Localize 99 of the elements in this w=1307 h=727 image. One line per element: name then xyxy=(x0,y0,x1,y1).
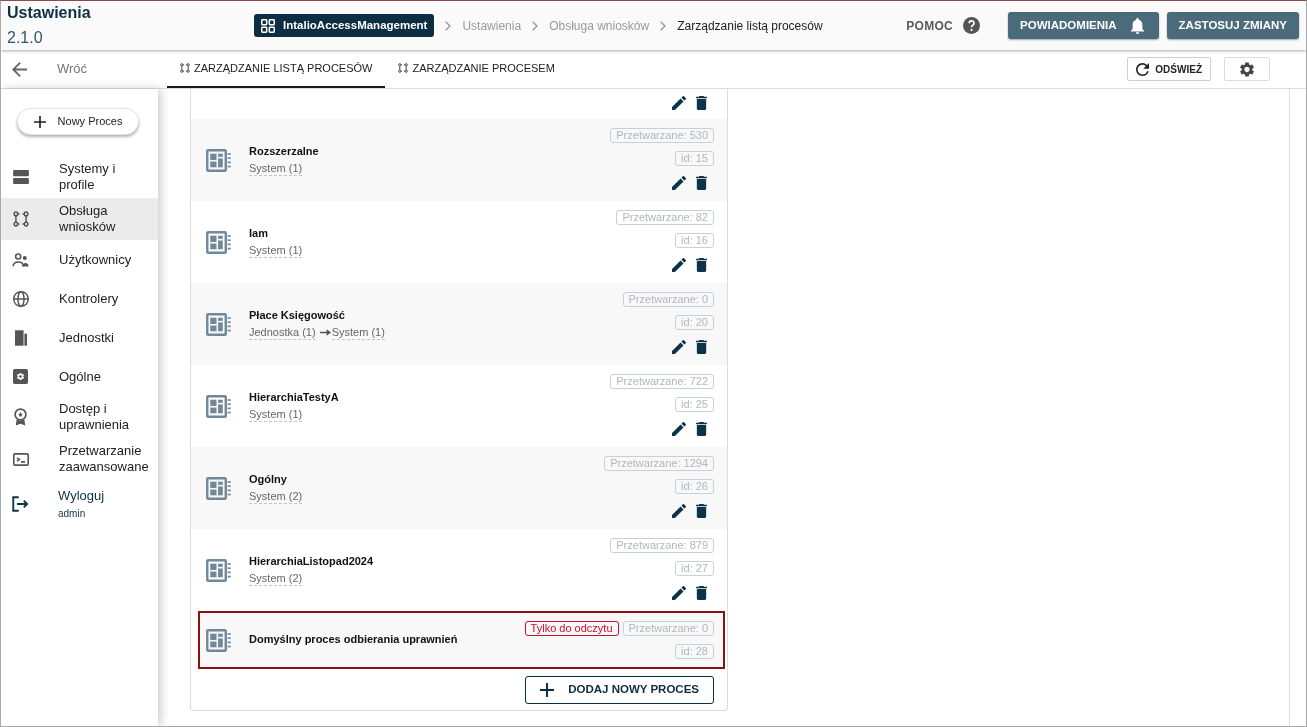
nodes-icon xyxy=(398,63,409,73)
scope-label: System (1) xyxy=(249,407,303,422)
sidebar-item[interactable]: Kontrolery xyxy=(1,279,158,318)
trash-icon[interactable] xyxy=(696,96,707,110)
breadcrumb-current: Zarządzanie listą procesów xyxy=(677,17,823,35)
pencil-icon[interactable] xyxy=(672,340,686,354)
pencil-icon[interactable] xyxy=(672,422,686,436)
nodes-icon xyxy=(180,63,190,73)
process-id: id: 15 xyxy=(675,151,714,166)
bell-icon xyxy=(1130,17,1144,34)
process-id: id: 28 xyxy=(675,644,714,659)
process-name: Rozszerzalne xyxy=(249,144,319,159)
scope-label: System (1) xyxy=(249,243,303,258)
process-name: HierarchiaListopad2024 xyxy=(249,554,374,569)
process-name: Płace Księgowość xyxy=(249,308,346,323)
arrow-left-icon xyxy=(12,61,27,77)
pencil-icon[interactable] xyxy=(672,96,686,110)
terminal-icon xyxy=(12,452,29,466)
nodes-icon xyxy=(12,211,29,227)
notebook-icon xyxy=(206,394,231,418)
notebook-icon xyxy=(206,230,231,254)
trash-icon[interactable] xyxy=(696,586,707,600)
notebook-icon xyxy=(206,628,231,652)
globe-icon xyxy=(12,290,29,307)
users-icon xyxy=(12,252,29,267)
notifications-button[interactable]: POWIADOMIENIA xyxy=(1008,12,1159,39)
process-row[interactable]: Ogólny System (2) Przetwarzane: 1294 id: 26 xyxy=(191,447,727,529)
scope-label: Jednostka (1) xyxy=(249,325,316,340)
trash-icon[interactable] xyxy=(696,176,707,190)
award-icon xyxy=(14,408,27,426)
sidebar-item[interactable]: Dostęp i uprawnienia xyxy=(1,396,158,438)
scope-label: System (2) xyxy=(249,489,303,504)
help-button[interactable]: POMOC xyxy=(906,16,981,35)
sidebar-item[interactable]: Obsługa wniosków xyxy=(1,198,158,240)
logout-icon xyxy=(12,496,28,512)
pencil-icon[interactable] xyxy=(672,504,686,518)
settings-icon xyxy=(1240,61,1254,77)
version-label: 2.1.0 xyxy=(7,28,44,48)
sidebar-item[interactable]: Systemy i profile xyxy=(1,156,158,198)
processed-count: Przetwarzane: 82 xyxy=(616,210,714,225)
notebook-icon xyxy=(206,476,231,500)
sidebar-item[interactable]: Użytkownicy xyxy=(1,240,158,279)
sidebar-item[interactable]: Jednostki xyxy=(1,318,158,357)
pencil-icon[interactable] xyxy=(672,258,686,272)
notebook-icon xyxy=(206,312,231,336)
apply-changes-button[interactable]: ZASTOSUJ ZMIANY xyxy=(1166,12,1299,39)
logout-button[interactable]: Wyloguj admin xyxy=(1,480,158,525)
process-id: id: 25 xyxy=(675,397,714,412)
trash-icon[interactable] xyxy=(696,340,707,354)
sidebar-item[interactable]: Ogólne xyxy=(1,357,158,396)
processed-count: Przetwarzane: 722 xyxy=(610,374,714,389)
chevron-icon xyxy=(445,20,452,31)
process-name: HierarchiaTestyA xyxy=(249,390,339,405)
scope-label: System (1) xyxy=(249,161,303,176)
process-row[interactable]: Płace Księgowość Jednostka (1) System (1) Przetwarzane: 0 id: 20 xyxy=(191,283,727,365)
process-id: id: 20 xyxy=(675,315,714,330)
processed-count: Przetwarzane: 530 xyxy=(610,128,714,143)
server-icon xyxy=(12,170,29,184)
add-process-button[interactable]: DODAJ NOWY PROCES xyxy=(525,676,714,704)
arrow-right-icon xyxy=(319,329,331,336)
trash-icon[interactable] xyxy=(696,258,707,272)
notebook-icon xyxy=(206,558,231,582)
read-only-label: Tylko do odczytu xyxy=(524,621,619,636)
help-icon xyxy=(963,17,981,34)
process-id: id: 16 xyxy=(675,233,714,248)
chevron-icon xyxy=(532,20,539,31)
plus-icon xyxy=(33,115,46,128)
scope-label: System (2) xyxy=(249,571,303,586)
process-name: Ogólny xyxy=(249,472,288,487)
process-id: id: 26 xyxy=(675,479,714,494)
processed-count: Przetwarzane: 0 xyxy=(622,621,714,636)
process-row[interactable]: Domyślny proces odbierania uprawnień Tylko do odczytu Przetwarzane: 0 id: 28 xyxy=(198,611,725,669)
refresh-button[interactable]: ODŚWIEŻ xyxy=(1127,57,1211,81)
process-name: Domyślny proces odbierania uprawnień xyxy=(249,631,458,647)
chevron-icon xyxy=(660,20,667,31)
back-button[interactable]: Wróć xyxy=(1,50,167,88)
gear-square-icon xyxy=(13,369,28,384)
trash-icon[interactable] xyxy=(696,422,707,436)
scope-label: System (1) xyxy=(331,325,385,340)
app-home-button[interactable]: IntalioAccessManagement xyxy=(254,14,435,37)
sidebar-item[interactable]: Przetwarzanie zaawansowane xyxy=(1,438,158,480)
tab[interactable]: ZARZĄDZANIE PROCESEM xyxy=(385,50,568,88)
process-row[interactable]: Rozszerzalne System (1) Przetwarzane: 530 id: 15 xyxy=(191,119,727,201)
processed-count: Przetwarzane: 0 xyxy=(622,292,714,307)
grid-icon xyxy=(261,18,275,33)
pencil-icon[interactable] xyxy=(672,176,686,190)
process-id: id: 27 xyxy=(675,561,714,576)
trash-icon[interactable] xyxy=(696,504,707,518)
process-name: Iam xyxy=(249,226,269,241)
pencil-icon[interactable] xyxy=(672,586,686,600)
new-process-button[interactable]: Nowy Proces xyxy=(17,108,139,135)
refresh-icon xyxy=(1136,62,1150,76)
page-title: Ustawienia xyxy=(7,3,92,23)
door-icon xyxy=(14,329,27,346)
processed-count: Przetwarzane: 879 xyxy=(610,538,714,553)
notebook-icon xyxy=(206,148,231,172)
plus-icon xyxy=(540,683,555,697)
settings-button[interactable] xyxy=(1224,57,1270,81)
processed-count: Przetwarzane: 1294 xyxy=(604,456,714,471)
